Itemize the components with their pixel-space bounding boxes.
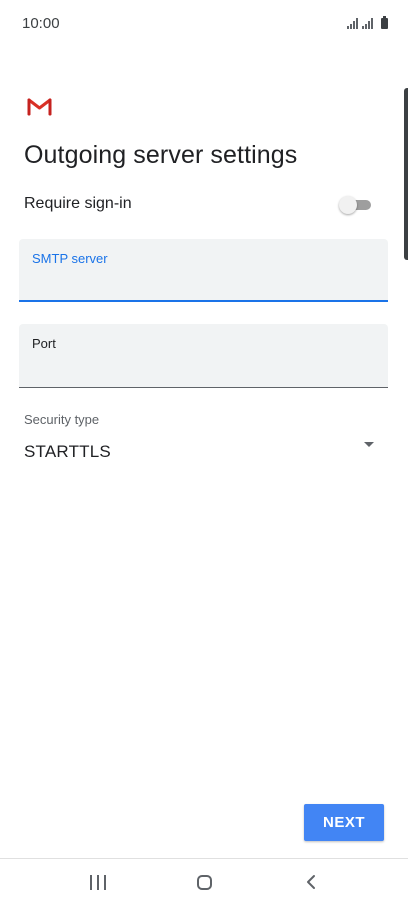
port-input[interactable] xyxy=(32,356,372,378)
smtp-server-label: SMTP server xyxy=(32,251,108,266)
require-signin-label: Require sign-in xyxy=(24,195,132,212)
port-field[interactable]: Port xyxy=(19,324,388,388)
status-icons xyxy=(347,15,388,29)
smtp-server-input[interactable] xyxy=(32,271,372,293)
security-type-value: STARTTLS xyxy=(24,442,111,461)
security-type-label: Security type xyxy=(24,412,100,427)
signal-icon xyxy=(347,17,358,29)
recents-icon[interactable] xyxy=(90,875,106,890)
back-icon[interactable] xyxy=(303,873,321,891)
battery-icon xyxy=(381,16,388,29)
gmail-icon xyxy=(27,98,52,116)
page-title: Outgoing server settings xyxy=(24,141,298,169)
security-type-dropdown[interactable]: STARTTLS xyxy=(20,434,382,468)
status-time: 10:00 xyxy=(22,15,60,32)
dropdown-arrow-icon xyxy=(364,442,374,447)
navigation-bar xyxy=(0,859,408,906)
home-icon[interactable] xyxy=(197,875,212,890)
scrollbar[interactable] xyxy=(404,88,408,260)
require-signin-row: Require sign-in xyxy=(24,192,376,218)
smtp-server-field[interactable]: SMTP server xyxy=(19,239,388,302)
port-label: Port xyxy=(32,336,56,351)
toggle-thumb xyxy=(339,196,357,214)
status-bar: 10:00 xyxy=(0,0,408,46)
require-signin-toggle[interactable] xyxy=(339,196,373,214)
signal-icon xyxy=(362,17,373,29)
next-button[interactable]: NEXT xyxy=(304,804,384,841)
